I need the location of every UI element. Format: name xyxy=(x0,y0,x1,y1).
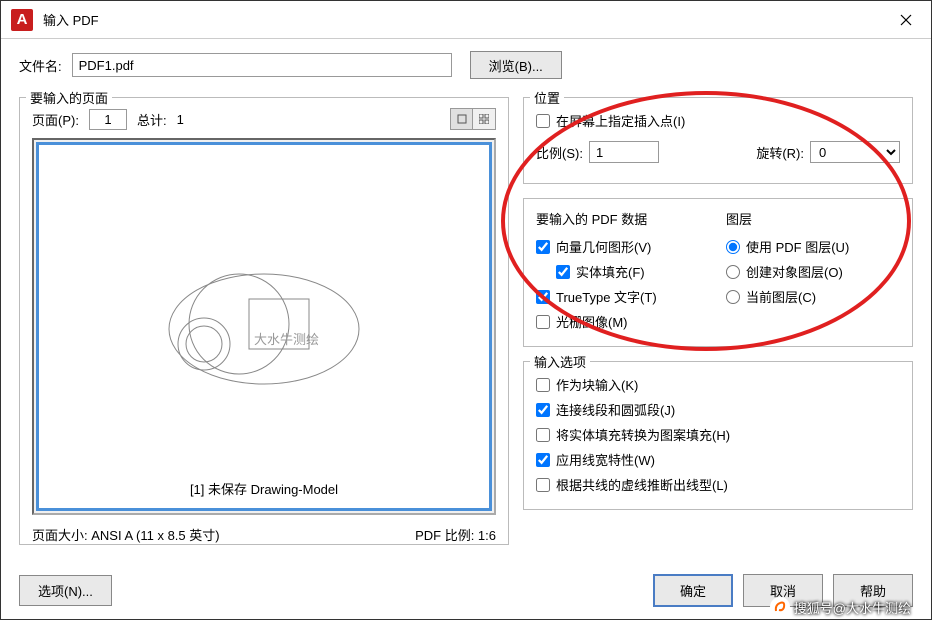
join-lines-label: 连接线段和圆弧段(J) xyxy=(556,400,675,419)
filename-row: 文件名: 浏览(B)... xyxy=(19,51,913,79)
location-groupbox: 位置 在屏幕上指定插入点(I) 比例(S): 旋转(R): 0 xyxy=(523,97,913,184)
pages-group-title: 要输入的页面 xyxy=(26,88,112,107)
preview-canvas: 大水牛测绘 xyxy=(47,153,481,473)
as-block-label: 作为块输入(K) xyxy=(556,375,638,394)
filename-label: 文件名: xyxy=(19,56,62,75)
page-info-row: 页面大小: ANSI A (11 x 8.5 英寸) PDF 比例: 1:6 xyxy=(32,525,496,544)
rotation-select[interactable]: 0 xyxy=(810,141,900,163)
import-data-column: 要输入的 PDF 数据 向量几何图形(V) 实体填充(F) TrueType 文… xyxy=(536,209,710,334)
right-panel: 位置 在屏幕上指定插入点(I) 比例(S): 旋转(R): 0 xyxy=(523,93,913,562)
view-single-button[interactable] xyxy=(451,109,473,129)
layers-column: 图层 使用 PDF 图层(U) 创建对象图层(O) 当前图层(C) xyxy=(726,209,900,334)
close-button[interactable] xyxy=(881,1,931,39)
grid-view-icon xyxy=(479,114,489,124)
sohu-icon xyxy=(770,597,790,617)
page-input[interactable] xyxy=(89,109,127,130)
convert-fill-label: 将实体填充转换为图案填充(H) xyxy=(556,425,730,444)
vector-checkbox[interactable] xyxy=(536,240,550,254)
page-controls: 页面(P): 总计: 1 xyxy=(32,108,496,130)
raster-label: 光栅图像(M) xyxy=(556,312,628,331)
specify-onscreen-label: 在屏幕上指定插入点(I) xyxy=(556,111,685,130)
filename-input[interactable] xyxy=(72,53,452,77)
truetype-label: TrueType 文字(T) xyxy=(556,287,657,306)
preview-inner[interactable]: 大水牛测绘 [1] 未保存 Drawing-Model xyxy=(36,142,492,511)
use-pdf-layers-radio[interactable] xyxy=(726,240,740,254)
layers-title: 图层 xyxy=(726,209,900,228)
create-obj-layers-radio[interactable] xyxy=(726,265,740,279)
pages-groupbox: 要输入的页面 页面(P): 总计: 1 xyxy=(19,97,509,545)
raster-checkbox[interactable] xyxy=(536,315,550,329)
specify-onscreen-row: 在屏幕上指定插入点(I) xyxy=(536,108,900,133)
apply-lw-checkbox[interactable] xyxy=(536,453,550,467)
window-title: 输入 PDF xyxy=(43,10,99,29)
current-layer-label: 当前图层(C) xyxy=(746,287,816,306)
view-toggle xyxy=(450,108,496,130)
scale-input[interactable] xyxy=(589,141,659,163)
vector-label: 向量几何图形(V) xyxy=(556,237,651,256)
location-title: 位置 xyxy=(530,88,564,107)
as-block-checkbox[interactable] xyxy=(536,378,550,392)
watermark: 搜狐号@大水牛测绘 xyxy=(770,597,911,617)
ok-button[interactable]: 确定 xyxy=(653,574,733,607)
pdf-scale-label: PDF 比例: 1:6 xyxy=(415,525,496,544)
page-label: 页面(P): xyxy=(32,110,79,129)
truetype-checkbox[interactable] xyxy=(536,290,550,304)
svg-text:大水牛测绘: 大水牛测绘 xyxy=(254,332,319,347)
use-pdf-layers-label: 使用 PDF 图层(U) xyxy=(746,237,849,256)
options-title: 输入选项 xyxy=(530,352,590,371)
data-layers-columns: 要输入的 PDF 数据 向量几何图形(V) 实体填充(F) TrueType 文… xyxy=(536,209,900,334)
options-button[interactable]: 选项(N)... xyxy=(19,575,112,606)
app-icon: A xyxy=(11,9,33,31)
current-layer-radio[interactable] xyxy=(726,290,740,304)
left-panel: 要输入的页面 页面(P): 总计: 1 xyxy=(19,93,509,562)
rotation-label: 旋转(R): xyxy=(756,143,804,162)
data-layers-groupbox: 要输入的 PDF 数据 向量几何图形(V) 实体填充(F) TrueType 文… xyxy=(523,198,913,347)
solid-fill-label: 实体填充(F) xyxy=(576,262,645,281)
infer-lt-checkbox[interactable] xyxy=(536,478,550,492)
page-size-label: 页面大小: ANSI A (11 x 8.5 英寸) xyxy=(32,525,220,544)
import-data-title: 要输入的 PDF 数据 xyxy=(536,209,710,228)
close-icon xyxy=(900,14,912,26)
convert-fill-checkbox[interactable] xyxy=(536,428,550,442)
view-grid-button[interactable] xyxy=(473,109,495,129)
options-groupbox: 输入选项 作为块输入(K) 连接线段和圆弧段(J) 将实体填充转换为图案填充(H… xyxy=(523,361,913,510)
scale-rotation-row: 比例(S): 旋转(R): 0 xyxy=(536,141,900,163)
dialog-window: A 输入 PDF 文件名: 浏览(B)... 要输入的页面 页面(P): 总计: xyxy=(0,0,932,620)
infer-lt-label: 根据共线的虚线推断出线型(L) xyxy=(556,475,728,494)
total-label: 总计: xyxy=(137,110,167,129)
solid-fill-checkbox[interactable] xyxy=(556,265,570,279)
create-obj-layers-label: 创建对象图层(O) xyxy=(746,262,843,281)
dialog-content: 文件名: 浏览(B)... 要输入的页面 页面(P): 总计: 1 xyxy=(1,39,931,619)
titlebar: A 输入 PDF xyxy=(1,1,931,39)
join-lines-checkbox[interactable] xyxy=(536,403,550,417)
scale-label: 比例(S): xyxy=(536,143,583,162)
total-value: 1 xyxy=(177,112,184,127)
browse-button[interactable]: 浏览(B)... xyxy=(470,51,562,79)
main-area: 要输入的页面 页面(P): 总计: 1 xyxy=(19,93,913,562)
specify-onscreen-checkbox[interactable] xyxy=(536,114,550,128)
apply-lw-label: 应用线宽特性(W) xyxy=(556,450,655,469)
preview-drawing: 大水牛测绘 xyxy=(154,244,374,414)
preview-caption: [1] 未保存 Drawing-Model xyxy=(47,473,481,500)
preview-frame: 大水牛测绘 [1] 未保存 Drawing-Model xyxy=(32,138,496,515)
single-view-icon xyxy=(457,114,467,124)
